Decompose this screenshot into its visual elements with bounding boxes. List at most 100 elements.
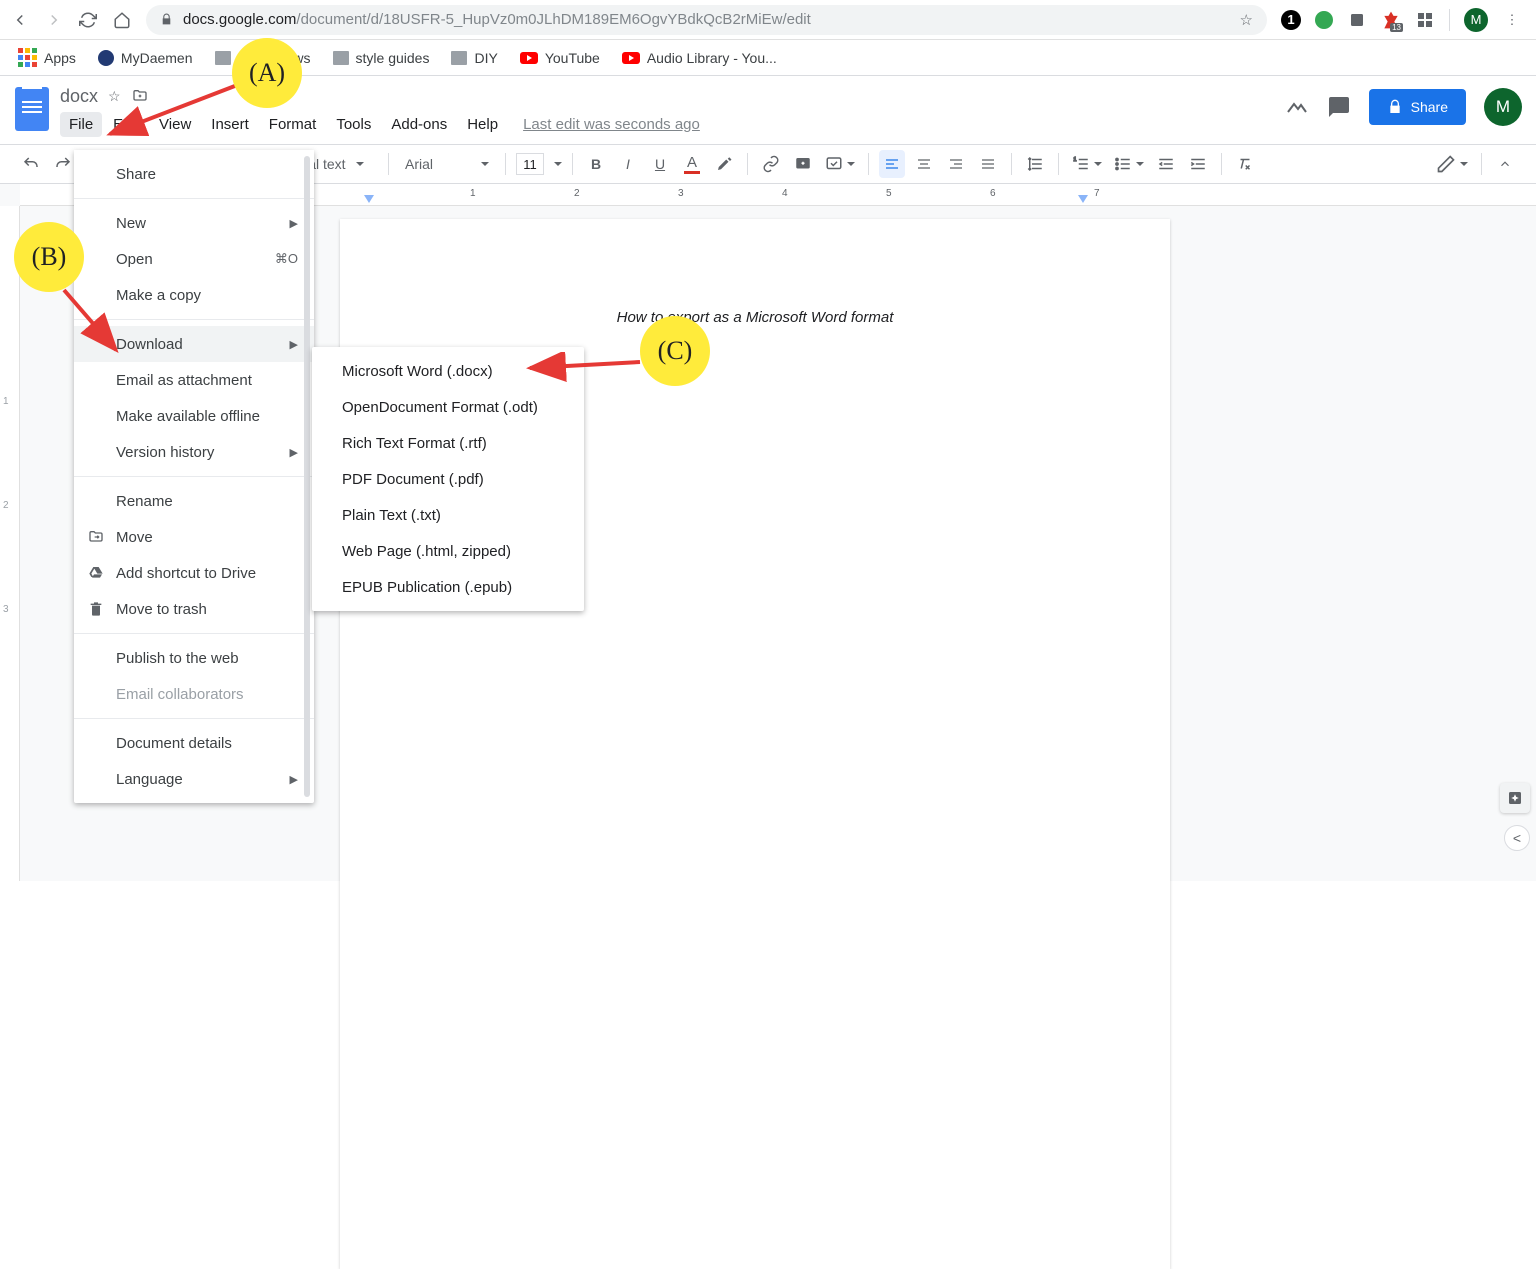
menu-email-attachment[interactable]: Email as attachment	[74, 362, 314, 398]
indent-marker-icon[interactable]	[364, 195, 374, 203]
extension-icon[interactable]	[1315, 11, 1333, 29]
outdent-icon[interactable]	[1153, 150, 1179, 178]
undo-icon[interactable]	[18, 150, 44, 178]
menu-language[interactable]: Language▶	[74, 761, 314, 797]
star-icon[interactable]: ☆	[1240, 11, 1253, 29]
forward-icon[interactable]	[44, 10, 64, 30]
bookmark-item[interactable]: MyDaemen	[98, 50, 193, 66]
indent-marker-icon[interactable]	[1078, 195, 1088, 203]
menu-email-collaborators: Email collaborators	[74, 676, 314, 712]
menu-add-shortcut[interactable]: Add shortcut to Drive	[74, 555, 314, 591]
comment-icon[interactable]	[790, 150, 816, 178]
share-label: Share	[1411, 99, 1448, 115]
url-text: docs.google.com/document/d/18USFR-5_HupV…	[183, 11, 811, 28]
redo-icon[interactable]	[50, 150, 76, 178]
menu-format[interactable]: Format	[260, 112, 326, 137]
extension-icon[interactable]	[1347, 10, 1367, 30]
image-icon[interactable]	[822, 150, 858, 178]
italic-icon[interactable]: I	[615, 150, 641, 178]
scroll-down-icon[interactable]: <	[1504, 825, 1530, 851]
page-heading: How to export as a Microsoft Word format	[430, 309, 1080, 326]
annotation-a: (A)	[232, 38, 302, 108]
activity-icon[interactable]	[1285, 95, 1309, 119]
text-color-icon[interactable]: A	[679, 150, 705, 178]
back-icon[interactable]	[10, 10, 30, 30]
reload-icon[interactable]	[78, 10, 98, 30]
menu-share[interactable]: Share	[74, 156, 314, 192]
download-epub[interactable]: EPUB Publication (.epub)	[312, 569, 584, 605]
account-avatar[interactable]: M	[1484, 88, 1522, 126]
annotation-arrow-icon	[54, 282, 134, 362]
folder-move-icon	[86, 529, 106, 545]
last-edit-link[interactable]: Last edit was seconds ago	[523, 116, 700, 133]
align-justify-icon[interactable]	[975, 150, 1001, 178]
menu-offline[interactable]: Make available offline	[74, 398, 314, 434]
explore-icon[interactable]	[1500, 783, 1530, 813]
bookmark-item[interactable]: Audio Library - You...	[622, 50, 777, 66]
download-txt[interactable]: Plain Text (.txt)	[312, 497, 584, 533]
menu-help[interactable]: Help	[458, 112, 507, 137]
home-icon[interactable]	[112, 10, 132, 30]
annotation-c: (C)	[640, 316, 710, 386]
bookmarks-bar: Apps MyDaemen News style guides DIY YouT…	[0, 40, 1536, 76]
drive-icon	[86, 565, 106, 581]
lock-icon	[160, 13, 173, 26]
download-odt[interactable]: OpenDocument Format (.odt)	[312, 389, 584, 425]
menu-trash[interactable]: Move to trash	[74, 591, 314, 627]
docs-logo-icon[interactable]	[12, 82, 52, 136]
align-center-icon[interactable]	[911, 150, 937, 178]
font-size-caret-icon[interactable]	[554, 162, 562, 166]
menu-open[interactable]: Open⌘O	[74, 241, 314, 277]
editing-mode-icon[interactable]	[1433, 150, 1471, 178]
file-menu: Share New▶ Open⌘O Make a copy Download▶ …	[74, 150, 314, 803]
comments-icon[interactable]	[1327, 95, 1351, 119]
menu-tools[interactable]: Tools	[327, 112, 380, 137]
menu-move[interactable]: Move	[74, 519, 314, 555]
menu-new[interactable]: New▶	[74, 205, 314, 241]
bookmark-folder[interactable]: DIY	[451, 50, 497, 66]
menu-publish[interactable]: Publish to the web	[74, 640, 314, 676]
menu-document-details[interactable]: Document details	[74, 725, 314, 761]
annotation-b: (B)	[14, 222, 84, 292]
apps-shortcut[interactable]: Apps	[18, 48, 76, 67]
lock-icon	[1387, 99, 1403, 115]
ruler-vertical: 1 2 3	[0, 206, 20, 881]
document-title[interactable]: docx	[60, 86, 98, 107]
extension-icon[interactable]: 13	[1381, 10, 1401, 30]
download-html[interactable]: Web Page (.html, zipped)	[312, 533, 584, 569]
indent-icon[interactable]	[1185, 150, 1211, 178]
align-left-icon[interactable]	[879, 150, 905, 178]
address-bar[interactable]: docs.google.com/document/d/18USFR-5_HupV…	[146, 5, 1267, 35]
bookmark-item[interactable]: YouTube	[520, 50, 600, 66]
trash-icon	[86, 600, 106, 618]
clear-format-icon[interactable]	[1232, 150, 1258, 178]
font-size-input[interactable]	[516, 153, 544, 175]
align-right-icon[interactable]	[943, 150, 969, 178]
share-button[interactable]: Share	[1369, 89, 1466, 125]
line-spacing-icon[interactable]	[1022, 150, 1048, 178]
menu-file[interactable]: File	[60, 112, 102, 137]
extensions-menu-icon[interactable]	[1415, 10, 1435, 30]
highlight-icon[interactable]	[711, 150, 737, 178]
menu-addons[interactable]: Add-ons	[382, 112, 456, 137]
chrome-menu-icon[interactable]: ⋮	[1502, 10, 1522, 30]
font-select[interactable]: Arial	[399, 156, 495, 172]
link-icon[interactable]	[758, 150, 784, 178]
download-submenu: Microsoft Word (.docx) OpenDocument Form…	[312, 347, 584, 611]
download-pdf[interactable]: PDF Document (.pdf)	[312, 461, 584, 497]
download-rtf[interactable]: Rich Text Format (.rtf)	[312, 425, 584, 461]
menu-rename[interactable]: Rename	[74, 483, 314, 519]
annotation-arrow-icon	[520, 352, 650, 382]
profile-avatar[interactable]: M	[1464, 8, 1488, 32]
menu-version-history[interactable]: Version history▶	[74, 434, 314, 470]
paragraph-style-select[interactable]: Normal text	[308, 156, 378, 172]
bookmark-folder[interactable]: style guides	[333, 50, 430, 66]
bookmark-folder[interactable]	[215, 51, 231, 65]
numbered-list-icon[interactable]: 1	[1069, 150, 1105, 178]
bullet-list-icon[interactable]	[1111, 150, 1147, 178]
extension-icon[interactable]: 1	[1281, 10, 1301, 30]
bold-icon[interactable]: B	[583, 150, 609, 178]
collapse-icon[interactable]	[1492, 150, 1518, 178]
svg-text:1: 1	[1074, 157, 1077, 163]
underline-icon[interactable]: U	[647, 150, 673, 178]
